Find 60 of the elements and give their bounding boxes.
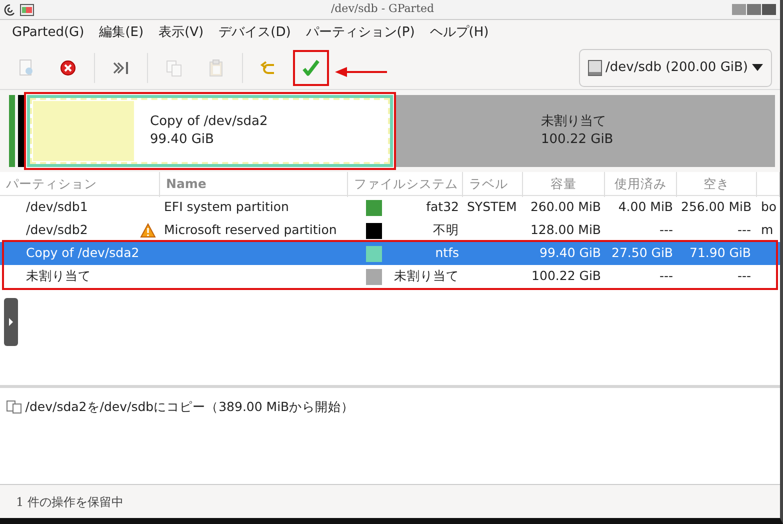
partition-row[interactable]: Copy of /dev/sda2 ntfs 99.40 GiB 27.50 GiB 71.90 GiB [0, 242, 780, 265]
table-cell: 4.00 MiB [618, 199, 673, 214]
table-cell-text: 不明 [433, 221, 459, 240]
partition-block[interactable] [18, 95, 24, 167]
table-cell: 27.50 GiB [612, 245, 673, 260]
unallocated-space[interactable]: 未割り当て 100.22 GiB [396, 95, 775, 167]
table-cell-text: fat32 [426, 198, 459, 216]
status-bar: 1 件の操作を保留中 [0, 484, 780, 518]
maximize-button[interactable] [747, 4, 761, 15]
partition-row[interactable]: /dev/sdb2 Microsoft reserved partition 不明 128.00 MiB --- --- m [0, 219, 780, 242]
table-cell: 256.00 MiB [681, 199, 752, 214]
table-cell-text: /dev/sdb1 [26, 198, 88, 216]
copy-icon [6, 400, 22, 414]
partition-block[interactable] [9, 95, 15, 167]
table-cell: 100.22 GiB [532, 268, 601, 284]
table-cell: m [761, 222, 774, 238]
table-cell: --- [659, 222, 673, 238]
menu-item[interactable]: 表示(V) [152, 23, 213, 43]
table-cell-text: Copy of /dev/sda2 [26, 244, 140, 262]
delete-icon [58, 58, 78, 78]
partition-row[interactable]: /dev/sdb1 EFI system partition fat32 SYSTEM 260.00 MiB 4.00 MiB 256.00 MiB bo [0, 196, 780, 219]
table-cell-text: ntfs [435, 244, 459, 262]
menu-item[interactable]: 編集(E) [93, 23, 153, 43]
app-icon [20, 4, 34, 16]
panel-handle-icon[interactable] [4, 298, 18, 346]
partition-name: Copy of /dev/sda2 [150, 113, 269, 131]
dropdown-caret-icon [752, 64, 763, 71]
menu-item[interactable]: デバイス(D) [212, 23, 300, 43]
column-header[interactable]: 使用済み [605, 172, 677, 197]
table-cell: 128.00 MiB [530, 222, 601, 238]
menu-item[interactable]: GParted(G) [6, 23, 94, 43]
menu-item[interactable]: ヘルプ(H) [424, 23, 498, 43]
partition-size: 100.22 GiB [541, 131, 614, 149]
table-cell: 99.40 GiB [540, 245, 601, 260]
table-cell: --- [737, 268, 751, 284]
table-cell-text: Microsoft reserved partition [164, 221, 337, 240]
table-cell-text: /dev/sdb2 [26, 221, 88, 240]
table-cell: 71.90 GiB [690, 245, 751, 260]
checkmark-icon [301, 58, 321, 78]
partition-name: 未割り当て [541, 113, 607, 131]
partition-row[interactable]: 未割り当て 未割り当て 100.22 GiB --- --- [0, 265, 780, 288]
partition-block[interactable]: Copy of /dev/sda2 99.40 GiB [27, 95, 393, 167]
table-cell: bo [761, 199, 777, 214]
operation-item: /dev/sda2を/dev/sdbにコピー（389.00 MiBから開始） [25, 398, 354, 416]
checkmark-button[interactable] [293, 50, 329, 86]
close-button[interactable] [762, 4, 776, 15]
table-cell: 260.00 MiB [530, 199, 601, 214]
window-title: /dev/sdb - GParted [330, 1, 436, 18]
table-cell: SYSTEM [467, 199, 517, 214]
device-selector[interactable]: /dev/sdb (200.00 GiB) [578, 48, 772, 86]
copy-icon [164, 58, 184, 78]
minimize-button[interactable] [732, 4, 746, 15]
menu-item[interactable]: パーティション(P) [300, 23, 424, 43]
partition-size: 99.40 GiB [150, 131, 215, 149]
table-cell-text: 未割り当て [26, 267, 91, 286]
table-cell: --- [659, 268, 673, 284]
annotation-arrow [335, 66, 387, 77]
table-cell-text: EFI system partition [164, 198, 289, 216]
table-cell: --- [737, 222, 751, 238]
table-cell-text: 未割り当て [394, 267, 459, 286]
